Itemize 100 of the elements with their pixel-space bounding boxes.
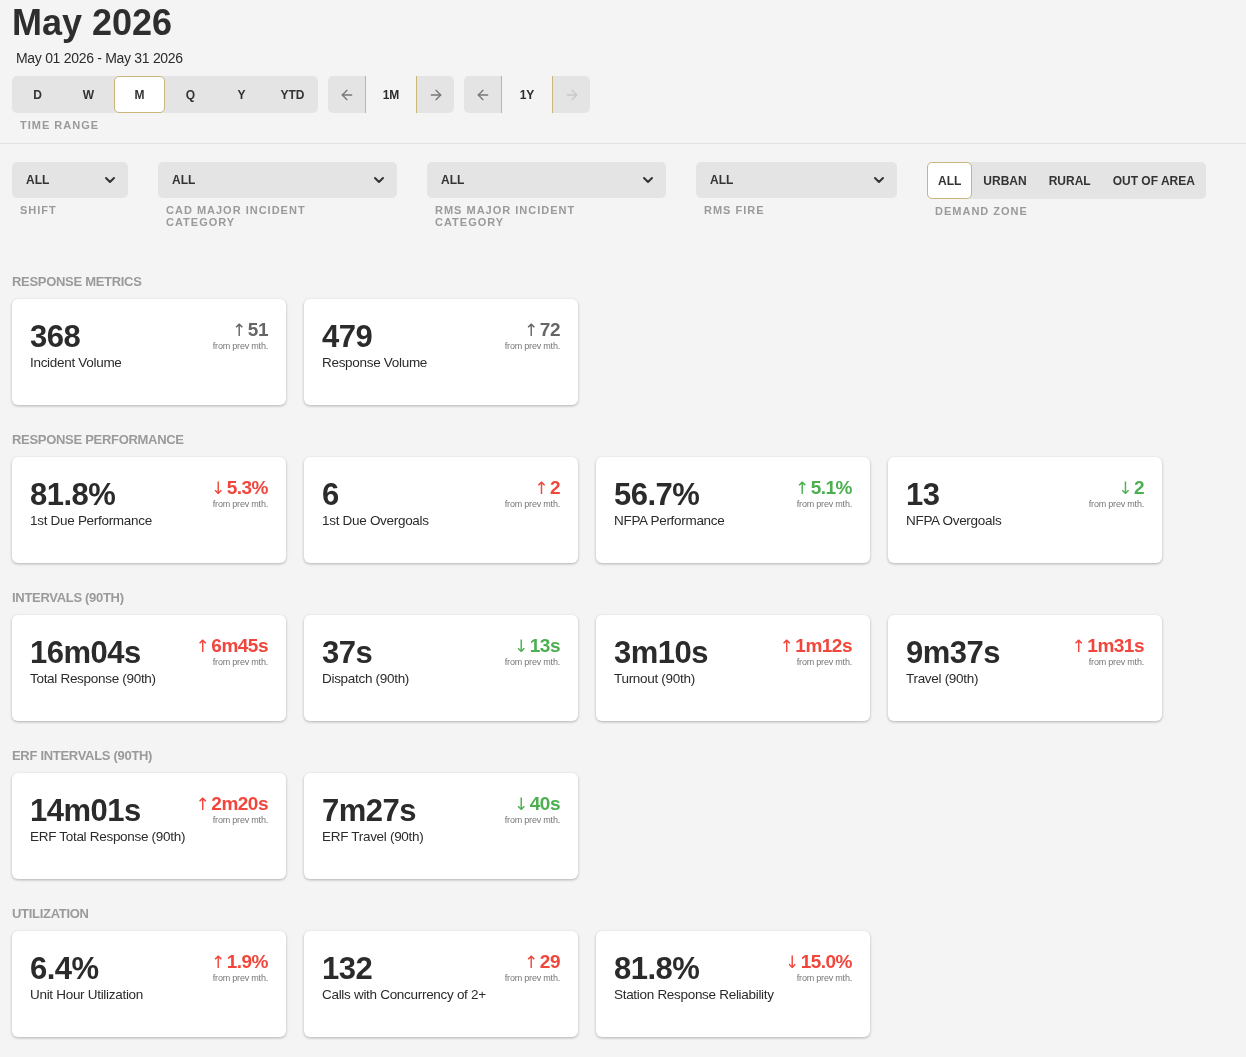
change-value: 5.3% (226, 477, 268, 499)
trend-arrow: ↓ (1118, 477, 1132, 499)
metric-label: Response Volume (322, 355, 428, 370)
change-note: from prev mth. (796, 973, 852, 983)
page-title: May 2026 (12, 2, 174, 44)
trend-arrow: ↑ (534, 477, 548, 499)
metric-value: 479 (322, 319, 374, 355)
metric-value: 14m01s (30, 793, 142, 829)
change-value: 2 (1133, 477, 1144, 499)
metric-value: 7m27s (322, 793, 418, 829)
change-value: 2 (549, 477, 560, 499)
time-range-option[interactable]: YTD (267, 76, 318, 113)
metric-label: Total Response (90th) (30, 671, 156, 686)
change-note: from prev mth. (504, 815, 560, 825)
filter-dropdown[interactable]: ALL (427, 162, 666, 198)
change-note: from prev mth. (504, 973, 560, 983)
change-note: from prev mth. (212, 657, 268, 667)
trend-arrow: ↑ (794, 477, 809, 499)
time-range-option[interactable]: W (63, 76, 114, 113)
change-value: 51 (247, 319, 268, 341)
change-value: 15.0% (800, 951, 852, 973)
filter-dropdown[interactable]: ALL (12, 162, 128, 198)
metric-value: 132 (322, 951, 374, 987)
change-value: 72 (539, 319, 560, 341)
time-range-option[interactable]: Y (216, 76, 267, 113)
section-title: ERF INTERVALS (90TH) (12, 748, 154, 763)
change-value: 40s (529, 793, 560, 815)
section-title: RESPONSE METRICS (12, 274, 143, 289)
trend-arrow: ↓ (514, 793, 528, 815)
trend-arrow: ↑ (232, 319, 246, 341)
change-value: 1m31s (1087, 635, 1144, 657)
metric-label: 1st Due Overgoals (322, 513, 429, 528)
change-value: 5.1% (810, 477, 852, 499)
metric-value: 81.8% (614, 951, 701, 987)
demand-zone-option[interactable]: URBAN (972, 162, 1038, 199)
change-note: from prev mth. (212, 499, 268, 509)
metric-label: NFPA Performance (614, 513, 725, 528)
metric-label: Turnout (90th) (614, 671, 696, 686)
change-note: from prev mth. (1088, 657, 1144, 667)
filter-dropdown[interactable]: ALL (158, 162, 397, 198)
metric-label: ERF Travel (90th) (322, 829, 424, 844)
change-value: 6m45s (211, 635, 268, 657)
change-value: 29 (539, 951, 560, 973)
trend-arrow: ↓ (514, 635, 528, 657)
change-value: 13s (529, 635, 560, 657)
metric-label: Travel (90th) (906, 671, 980, 686)
period-value: 1M (365, 76, 417, 113)
filter-label: CAD MAJOR INCIDENT CATEGORY (166, 204, 307, 228)
time-range-option[interactable]: M (114, 76, 165, 113)
change-value: 1m12s (795, 635, 852, 657)
trend-arrow: ↑ (210, 951, 225, 973)
trend-arrow: ↓ (210, 477, 225, 499)
section-title: UTILIZATION (12, 906, 90, 921)
metric-label: Station Response Reliability (614, 987, 774, 1002)
filter-label: RMS FIRE (704, 204, 766, 216)
change-note: from prev mth. (212, 341, 268, 351)
time-range-option[interactable]: Q (165, 76, 216, 113)
metric-value: 37s (322, 635, 374, 671)
filter-label: DEMAND ZONE (935, 205, 1029, 217)
metric-value: 56.7% (614, 477, 701, 513)
metric-label: Incident Volume (30, 355, 122, 370)
demand-zone-option[interactable]: ALL (927, 162, 973, 199)
change-note: from prev mth. (504, 657, 560, 667)
metric-value: 3m10s (614, 635, 709, 671)
date-range: May 01 2026 - May 31 2026 (16, 50, 184, 66)
change-note: from prev mth. (796, 499, 852, 509)
metric-value: 368 (30, 319, 82, 355)
trend-arrow: ↑ (1071, 635, 1086, 657)
section-title: INTERVALS (90TH) (12, 590, 125, 605)
change-note: from prev mth. (212, 815, 268, 825)
demand-zone-option[interactable]: RURAL (1037, 162, 1102, 199)
change-note: from prev mth. (796, 657, 852, 667)
metric-label: ERF Total Response (90th) (30, 829, 186, 844)
metric-label: Unit Hour Utilization (30, 987, 143, 1002)
trend-arrow: ↓ (784, 951, 799, 973)
metric-value: 6 (322, 477, 340, 513)
metric-value: 81.8% (30, 477, 117, 513)
metric-value: 9m37s (906, 635, 1001, 671)
section-title: RESPONSE PERFORMANCE (12, 432, 185, 447)
trend-arrow: ↑ (524, 319, 538, 341)
change-note: from prev mth. (504, 341, 560, 351)
period-value: 1Y (501, 76, 553, 113)
metric-label: Dispatch (90th) (322, 671, 410, 686)
time-range-label: TIME RANGE (20, 119, 101, 131)
metric-value: 6.4% (30, 951, 100, 987)
trend-arrow: ↑ (195, 635, 210, 657)
change-note: from prev mth. (212, 973, 268, 983)
change-value: 1.9% (226, 951, 268, 973)
metric-value: 16m04s (30, 635, 142, 671)
trend-arrow: ↑ (779, 635, 794, 657)
filter-label: SHIFT (20, 204, 58, 216)
demand-zone-option[interactable]: OUT OF AREA (1101, 162, 1206, 199)
metric-value: 13 (906, 477, 941, 513)
filter-dropdown[interactable]: ALL (696, 162, 897, 198)
change-note: from prev mth. (504, 499, 560, 509)
filter-label: RMS MAJOR INCIDENT CATEGORY (435, 204, 577, 228)
metric-label: NFPA Overgoals (906, 513, 1002, 528)
time-range-option[interactable]: D (12, 76, 63, 113)
metric-label: Calls with Concurrency of 2+ (322, 987, 486, 1002)
trend-arrow: ↑ (524, 951, 538, 973)
